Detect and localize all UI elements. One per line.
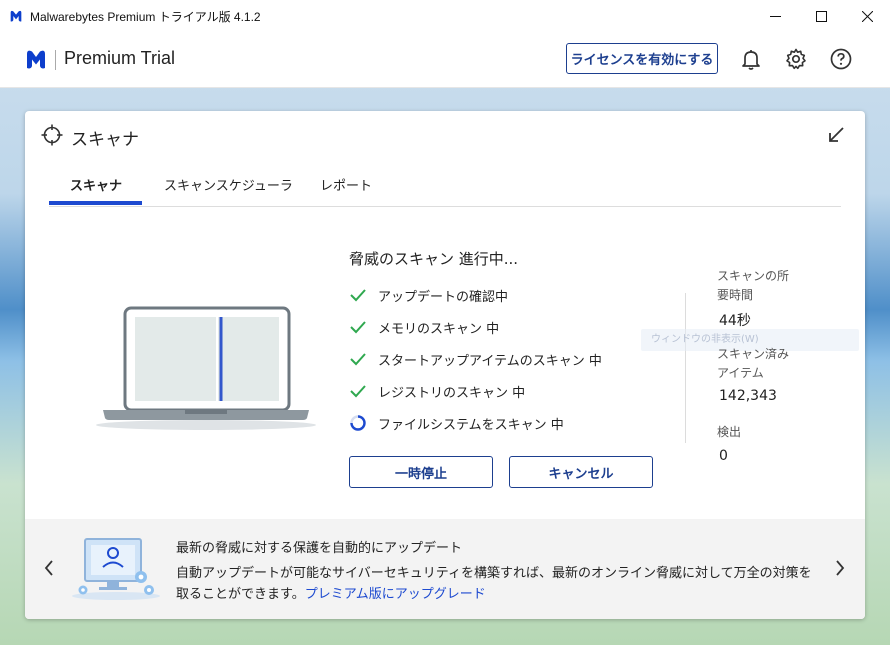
- tab-reports[interactable]: レポート: [320, 175, 372, 207]
- scanned-items-label: スキャン済みアイテム: [717, 347, 790, 380]
- chevron-right-icon[interactable]: [833, 557, 847, 579]
- scan-step: アップデートの確認中: [349, 285, 508, 305]
- scanned-items-value: 142,343: [719, 388, 777, 404]
- maximize-icon: [815, 10, 827, 22]
- bell-icon[interactable]: [739, 47, 763, 71]
- scan-time-value: 44秒: [719, 313, 751, 329]
- tab-scan-scheduler[interactable]: スキャンスケジューラ: [164, 175, 293, 207]
- close-icon: [861, 10, 873, 22]
- scan-step-label: レジストリのスキャン 中: [378, 385, 526, 401]
- scan-step-label: メモリのスキャン 中: [378, 321, 500, 337]
- pause-button[interactable]: 一時停止: [349, 456, 493, 488]
- laptop-scan-illustration: [96, 306, 316, 430]
- malwarebytes-logo-icon: [27, 50, 45, 69]
- close-button[interactable]: [844, 0, 890, 32]
- checkmark-icon: [350, 289, 366, 302]
- scan-step: スタートアップアイテムのスキャン 中: [349, 349, 602, 369]
- checkmark-icon: [350, 385, 366, 398]
- maximize-button[interactable]: [798, 0, 844, 32]
- promo-description: 自動アップデートが可能なサイバーセキュリティを構築すれば、最新のオンライン脅威に…: [176, 566, 812, 602]
- collapse-arrow-icon[interactable]: [827, 126, 845, 144]
- card-title: スキャナ: [71, 130, 139, 150]
- scan-step-label: スタートアップアイテムのスキャン 中: [378, 353, 602, 369]
- gear-icon[interactable]: [784, 47, 808, 71]
- detections-label: 検出: [717, 425, 742, 439]
- detections-value: 0: [719, 448, 728, 464]
- promo-banner: 最新の脅威に対する保護を自動的にアップデート 自動アップデートが可能なサイバーセ…: [25, 519, 865, 619]
- help-icon[interactable]: [829, 47, 853, 71]
- scan-step-label: ファイルシステムをスキャン 中: [378, 417, 564, 433]
- activate-license-button[interactable]: ライセンスを有効にする: [566, 43, 718, 74]
- scan-time-label: スキャンの所要時間: [717, 269, 790, 302]
- minimize-button[interactable]: [752, 0, 798, 32]
- scan-progress-title: 脅威のスキャン 進行中...: [349, 250, 519, 268]
- upgrade-link[interactable]: プレミアム版にアップグレード: [305, 587, 486, 602]
- checkmark-icon: [350, 353, 366, 366]
- crosshair-icon: [41, 124, 63, 146]
- logo-divider: [55, 50, 56, 70]
- active-tab-indicator: [49, 201, 142, 205]
- brand-title: Premium Trial: [64, 48, 176, 68]
- window-title: Malwarebytes Premium トライアル版 4.1.2: [30, 9, 261, 24]
- scanner-card: スキャナ スキャナ スキャンスケジューラ レポート 脅威のスキャン 進行中...…: [25, 111, 865, 619]
- spinner-icon: [350, 415, 366, 431]
- stats-divider: [685, 293, 686, 443]
- scan-step-label: アップデートの確認中: [378, 289, 509, 305]
- scan-step: ファイルシステムをスキャン 中: [349, 413, 564, 433]
- minimize-icon: [769, 15, 781, 17]
- app-header: Premium Trial ライセンスを有効にする: [0, 32, 890, 88]
- promo-title: 最新の脅威に対する保護を自動的にアップデート: [176, 541, 463, 556]
- title-bar: Malwarebytes Premium トライアル版 4.1.2: [0, 0, 890, 32]
- chevron-left-icon[interactable]: [42, 557, 56, 579]
- scan-step: レジストリのスキャン 中: [349, 381, 525, 401]
- malwarebytes-logo-icon: [10, 10, 22, 22]
- promo-body: 自動アップデートが可能なサイバーセキュリティを構築すれば、最新のオンライン脅威に…: [176, 563, 816, 605]
- cancel-button[interactable]: キャンセル: [509, 456, 653, 488]
- scanner-tabs: スキャナ スキャンスケジューラ レポート: [49, 173, 841, 207]
- auto-update-illustration: [72, 538, 160, 600]
- scan-step: メモリのスキャン 中: [349, 317, 499, 337]
- checkmark-icon: [350, 321, 366, 334]
